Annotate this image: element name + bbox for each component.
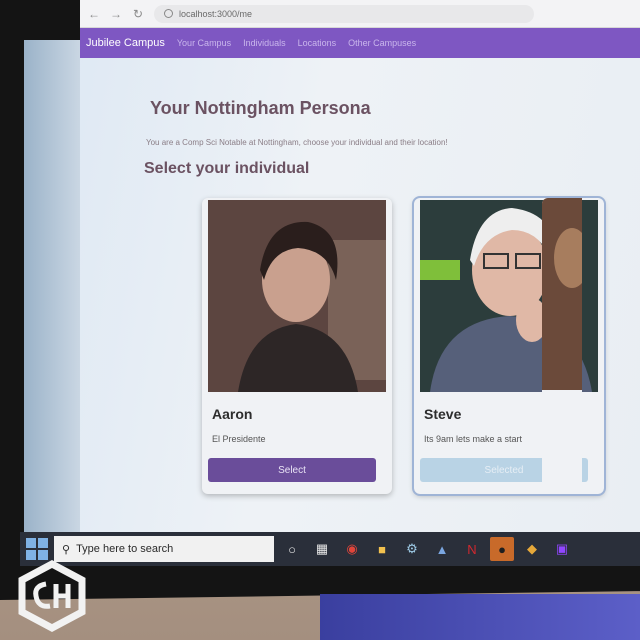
spotify-icon[interactable]: ●: [490, 537, 514, 561]
search-placeholder: Type here to search: [76, 543, 174, 555]
card-description: El Presidente: [212, 434, 266, 444]
app-icon[interactable]: ▲: [430, 537, 454, 561]
page-title: Your Nottingham Persona: [150, 98, 371, 118]
url-text: localhost:3000/me: [179, 8, 253, 19]
browser-toolbar: ← → ↻ localhost:3000/me: [80, 0, 640, 28]
nav-link-other-campuses[interactable]: Other Campuses: [348, 38, 416, 48]
netflix-icon[interactable]: N: [460, 537, 484, 561]
git-icon[interactable]: ◆: [520, 537, 544, 561]
arrow-left-icon[interactable]: ←: [88, 7, 100, 21]
brand-link[interactable]: Jubilee Campus: [86, 37, 165, 49]
card-name: Aaron: [212, 406, 253, 422]
nav-link-individuals[interactable]: Individuals: [243, 38, 286, 48]
reload-icon[interactable]: ↻: [132, 7, 144, 21]
card-description: Its 9am lets make a start: [424, 434, 523, 444]
card-name: Steve: [424, 406, 462, 422]
page-subtitle: You are a Comp Sci Notable at Nottingham…: [146, 138, 448, 147]
taskbar-search[interactable]: ⚲ Type here to search: [54, 536, 274, 562]
hexagon-logo: [18, 560, 86, 632]
aaron-photo: [208, 200, 386, 392]
nav-link-locations[interactable]: Locations: [298, 38, 337, 48]
twitch-icon[interactable]: ▣: [550, 537, 574, 561]
search-icon: ⚲: [62, 543, 71, 556]
section-title: Select your individual: [144, 160, 310, 177]
screen-glare: [24, 40, 84, 540]
arrow-right-icon[interactable]: →: [110, 7, 122, 21]
chrome-icon[interactable]: ◉: [340, 537, 364, 561]
info-icon: [164, 9, 173, 18]
partial-photo: [542, 198, 582, 390]
windows-start-icon[interactable]: [26, 538, 48, 560]
app-navbar: Jubilee Campus Your Campus Individuals L…: [80, 28, 640, 58]
address-bar[interactable]: localhost:3000/me: [154, 4, 534, 23]
task-view-icon[interactable]: ▦: [310, 537, 334, 561]
cortana-icon[interactable]: ○: [280, 537, 304, 561]
individual-card-aaron[interactable]: Aaron El Presidente Select: [202, 198, 392, 494]
nav-link-your-campus[interactable]: Your Campus: [177, 38, 231, 48]
desk-surface: [320, 594, 640, 640]
select-button[interactable]: Select: [208, 458, 376, 482]
steam-icon[interactable]: ⚙: [400, 537, 424, 561]
individual-card-partial[interactable]: [542, 198, 582, 494]
windows-taskbar: ⚲ Type here to search ○ ▦ ◉ ■ ⚙ ▲ N ● ◆ …: [20, 532, 640, 566]
file-explorer-icon[interactable]: ■: [370, 537, 394, 561]
